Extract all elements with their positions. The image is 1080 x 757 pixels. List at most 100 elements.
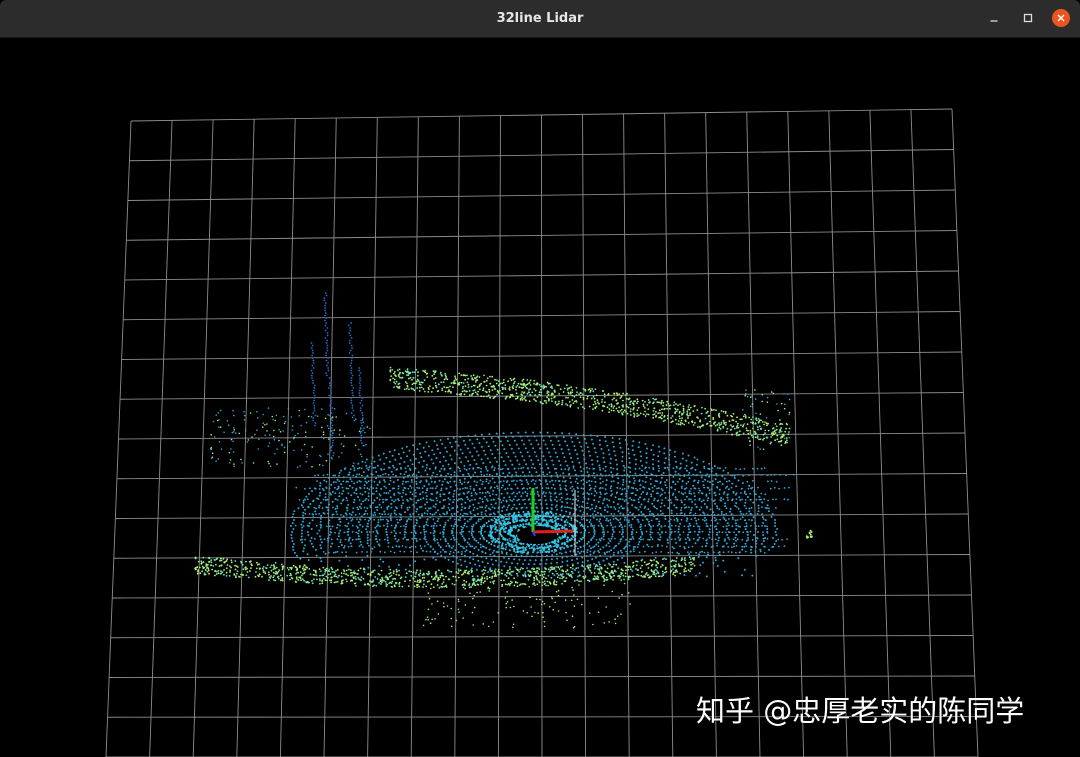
lidar-point	[540, 451, 543, 454]
lidar-point	[393, 371, 396, 373]
lidar-point	[511, 386, 514, 389]
lidar-point	[268, 579, 270, 581]
lidar-point	[505, 543, 507, 546]
lidar-point	[382, 498, 384, 501]
lidar-point	[716, 423, 719, 426]
lidar-point	[668, 453, 671, 456]
lidar-point	[612, 467, 615, 470]
lidar-point	[635, 474, 638, 477]
lidar-point	[481, 551, 484, 554]
lidar-point	[432, 499, 435, 502]
lidar-point	[764, 519, 767, 522]
lidar-point	[623, 474, 626, 477]
title-bar[interactable]: 32line Lidar	[0, 0, 1080, 38]
lidar-point	[470, 512, 472, 515]
lidar-point	[593, 533, 596, 535]
lidar-point	[460, 503, 463, 506]
lidar-point	[466, 520, 469, 523]
lidar-point	[398, 385, 401, 388]
lidar-point	[760, 542, 763, 545]
lidar-point	[594, 481, 597, 483]
lidar-point	[499, 440, 502, 443]
lidar-point	[445, 450, 448, 453]
lidar-point	[720, 410, 723, 412]
lidar-point	[599, 522, 602, 525]
lidar-point	[698, 508, 701, 511]
lidar-point	[532, 431, 534, 434]
lidar-point	[694, 498, 696, 501]
lidar-point	[624, 439, 627, 441]
maximize-button[interactable]	[1019, 9, 1037, 27]
lidar-point	[724, 423, 727, 426]
lidar-point	[360, 480, 362, 483]
lidar-point	[607, 531, 609, 533]
lidar-point	[339, 539, 342, 541]
lidar-point	[477, 513, 479, 515]
lidar-point	[533, 398, 535, 400]
lidar-point	[583, 511, 586, 514]
lidar-point	[299, 557, 302, 560]
lidar-point	[542, 387, 545, 390]
lidar-point	[569, 477, 572, 480]
lidar-point	[520, 554, 523, 557]
lidar-point	[410, 479, 413, 481]
lidar-point	[576, 453, 579, 456]
lidar-point	[551, 479, 554, 482]
lidar-point	[350, 494, 353, 497]
lidar-point	[555, 553, 558, 556]
lidar-point	[550, 487, 553, 489]
lidar-point	[499, 474, 501, 477]
lidar-point	[443, 478, 446, 481]
lidar-point	[460, 461, 463, 464]
lidar-point	[450, 445, 453, 448]
minimize-button[interactable]	[985, 9, 1003, 27]
lidar-point	[756, 467, 759, 470]
lidar-point	[580, 474, 583, 477]
lidar-point	[360, 531, 363, 533]
lidar-point	[593, 467, 596, 470]
lidar-point	[703, 514, 706, 517]
lidar-point	[541, 507, 543, 510]
lidar-point	[587, 506, 590, 509]
lidar-point	[655, 411, 657, 413]
close-button[interactable]	[1052, 9, 1070, 27]
lidar-point	[366, 551, 368, 553]
lidar-point	[719, 480, 721, 483]
lidar-point	[669, 533, 672, 536]
lidar-point	[571, 394, 574, 397]
lidar-point	[642, 403, 645, 406]
lidar-point	[392, 481, 395, 484]
lidar-point	[437, 517, 440, 520]
lidar-point	[694, 517, 697, 520]
lidar-point	[432, 518, 435, 521]
lidar-point	[453, 471, 456, 474]
lidar-point	[547, 568, 550, 571]
lidar-point	[680, 506, 683, 509]
lidar-point	[512, 384, 515, 387]
lidar-point	[548, 398, 550, 401]
lidar-point	[612, 480, 615, 483]
lidar-point	[583, 532, 586, 535]
lidar-point	[504, 526, 507, 530]
lidar-point	[589, 566, 591, 568]
lidar-point	[444, 446, 447, 449]
lidar-point	[745, 512, 748, 515]
lidar-point	[580, 470, 583, 473]
lidar-point	[633, 453, 636, 456]
lidar-point	[693, 525, 695, 528]
lidar-point	[388, 483, 391, 486]
lidar-point	[763, 545, 766, 548]
lidar-point	[649, 528, 652, 531]
lidar-point	[326, 498, 329, 501]
lidar-point	[433, 440, 436, 443]
lidar-point	[532, 447, 534, 450]
lidar-point	[697, 492, 700, 494]
lidar-point	[546, 507, 549, 509]
lidar-point	[723, 491, 726, 494]
lidar-point	[353, 491, 356, 494]
lidar-3d-viewport[interactable]	[0, 38, 1080, 757]
lidar-point	[725, 525, 728, 528]
lidar-point	[726, 528, 728, 531]
lidar-point	[453, 449, 456, 452]
lidar-point	[689, 414, 691, 417]
